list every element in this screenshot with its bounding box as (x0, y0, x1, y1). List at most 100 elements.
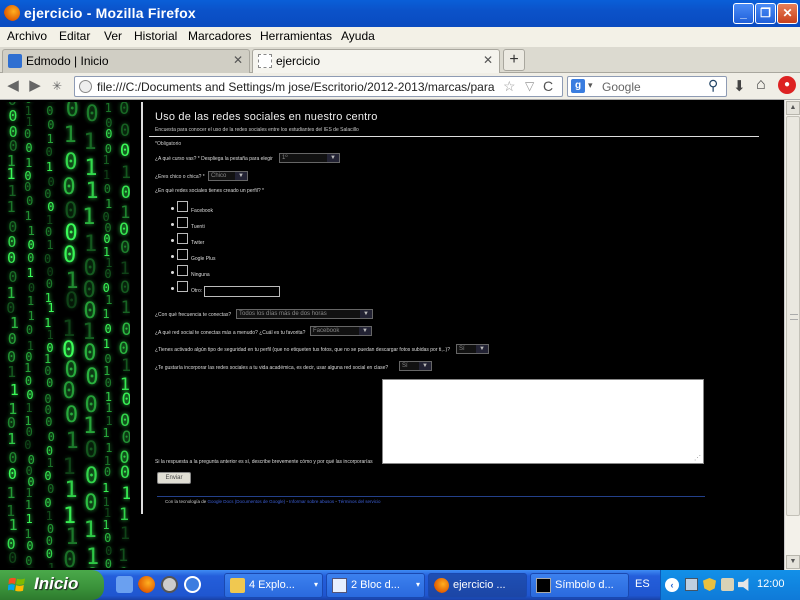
close-button[interactable]: ✕ (777, 3, 798, 24)
grip-icon (790, 314, 798, 320)
firefox-quicklaunch-icon[interactable] (138, 576, 155, 593)
question-frequency: ¿Con qué frecuencia te conectas? (155, 312, 232, 318)
checkbox[interactable] (177, 281, 188, 292)
submit-button[interactable]: Enviar (157, 472, 191, 484)
show-hidden-icons-icon[interactable]: ‹ (665, 578, 679, 592)
scroll-up-arrow-icon[interactable]: ▲ (786, 101, 800, 115)
scroll-down-arrow-icon[interactable]: ▼ (786, 555, 800, 569)
back-arrow-icon[interactable]: ◀ (4, 77, 22, 95)
bullet (171, 207, 174, 210)
divider (149, 136, 759, 137)
menu-ver[interactable]: Ver (104, 29, 122, 43)
vertical-scrollbar[interactable]: ▲ ▼ (784, 100, 800, 570)
download-icon[interactable]: ⬇ (733, 77, 746, 95)
search-input[interactable]: Google (602, 80, 641, 94)
start-label: Inicio (34, 574, 79, 593)
footer-divider (157, 496, 705, 497)
edmodo-icon (8, 54, 22, 68)
course-select[interactable]: 1º ▼ (279, 153, 340, 163)
blank-page-icon (258, 54, 272, 68)
google-icon[interactable]: g (571, 79, 585, 93)
ie-quicklaunch-icon[interactable] (184, 576, 201, 593)
task-notepad[interactable]: 2 Bloc d... ▾ (326, 573, 425, 598)
engine-dropdown-icon[interactable]: ▾ (588, 80, 593, 91)
academic-select[interactable]: Sí ▼ (399, 361, 432, 371)
menu-historial[interactable]: Historial (134, 29, 177, 43)
url-dropdown-icon[interactable]: ▽ (525, 79, 534, 93)
chrome-quicklaunch-icon[interactable] (161, 576, 178, 593)
clock[interactable]: 12:00 (757, 578, 785, 590)
question-security: ¿Tienes activado algún tipo de seguridad… (155, 347, 451, 353)
report-abuse-link[interactable]: Informar sobre abusos (289, 499, 334, 504)
checkbox[interactable] (177, 265, 188, 276)
task-firefox[interactable]: ejercicio ... (428, 573, 527, 598)
close-tab-icon[interactable]: ✕ (483, 53, 493, 67)
group-dropdown-icon[interactable]: ▾ (416, 580, 420, 589)
menu-archivo[interactable]: Archivo (7, 29, 47, 43)
security-select[interactable]: Sí ▼ (456, 344, 489, 354)
page-content: 0000111100001010011101001110010110010001… (0, 100, 784, 570)
menu-herramientas[interactable]: Herramientas (260, 29, 332, 43)
tab-bar: Edmodo | Inicio ✕ ejercicio ✕ (0, 47, 800, 73)
google-docs-link[interactable]: Google Docs (Documentos de Google) (208, 499, 286, 504)
gender-select[interactable]: Chico ▼ (208, 171, 248, 181)
addon-icon[interactable]: ● (778, 76, 796, 94)
bullet (171, 255, 174, 258)
required-note: *Obligatorio (155, 141, 182, 147)
title-bar[interactable]: ejercicio - Mozilla Firefox _ ❐ ✕ (0, 0, 800, 27)
task-cmd[interactable]: Símbolo d... (530, 573, 629, 598)
favorite-select[interactable]: Facebook ▼ (310, 326, 372, 336)
network-icon[interactable] (685, 578, 698, 591)
command-prompt-icon (536, 578, 551, 593)
option-label: Otro: (191, 288, 203, 294)
bookmark-star-icon[interactable]: ☆ (503, 78, 516, 95)
option-label: Gogle Plus (191, 256, 216, 262)
menu-editar[interactable]: Editar (59, 29, 90, 43)
option-label: Ninguna (191, 272, 210, 278)
tab-ejercicio[interactable]: ejercicio ✕ (252, 49, 500, 73)
hardware-icon[interactable] (721, 578, 734, 591)
close-tab-icon[interactable]: ✕ (233, 53, 243, 67)
other-network-input[interactable] (204, 286, 280, 297)
language-indicator[interactable]: ES (635, 578, 650, 590)
minimize-button[interactable]: _ (733, 3, 754, 24)
menu-ayuda[interactable]: Ayuda (341, 29, 375, 43)
frequency-select[interactable]: Todos los días más de dos horas ▼ (236, 309, 373, 319)
show-desktop-icon[interactable] (116, 576, 133, 593)
home-icon[interactable]: ⌂ (756, 76, 766, 94)
start-button[interactable]: Inicio (0, 570, 104, 600)
select-value: 1º (282, 155, 288, 161)
scrollbar-thumb[interactable] (786, 116, 800, 516)
reload-icon[interactable]: C (543, 78, 553, 94)
tab-label: Edmodo | Inicio (26, 54, 109, 68)
search-icon[interactable]: ⚲ (708, 77, 718, 94)
checkbox[interactable] (177, 217, 188, 228)
terms-link[interactable]: Términos del servicio (338, 499, 381, 504)
task-explorer[interactable]: 4 Explo... ▾ (224, 573, 323, 598)
volume-icon[interactable] (738, 578, 749, 591)
explanation-textarea[interactable]: ⋰ (382, 379, 704, 464)
tab-edmodo[interactable]: Edmodo | Inicio ✕ (2, 49, 250, 73)
search-bar[interactable]: g ▾ Google ⚲ (567, 76, 727, 97)
new-tab-button[interactable]: + (503, 49, 525, 71)
window-title: ejercicio - Mozilla Firefox (24, 5, 196, 21)
firefox-icon (434, 578, 449, 593)
forward-arrow-icon[interactable]: ▶ (26, 77, 44, 95)
question-academic: ¿Te gustaría incorporar las redes social… (155, 365, 389, 371)
checkbox[interactable] (177, 201, 188, 212)
question-networks: ¿En qué redes sociales tienes creado un … (155, 188, 264, 194)
checkbox[interactable] (177, 233, 188, 244)
history-icon[interactable]: ✳ (48, 77, 66, 95)
task-label: Símbolo d... (555, 579, 614, 591)
url-text[interactable]: file:///C:/Documents and Settings/m jose… (97, 80, 497, 94)
maximize-button[interactable]: ❐ (755, 3, 776, 24)
security-shield-icon[interactable] (703, 578, 716, 591)
question-favorite: ¿A qué red social te conectas más a menu… (155, 330, 306, 336)
chevron-down-icon: ▼ (419, 362, 431, 370)
url-bar[interactable]: file:///C:/Documents and Settings/m jose… (74, 76, 563, 97)
group-dropdown-icon[interactable]: ▾ (314, 580, 318, 589)
checkbox[interactable] (177, 249, 188, 260)
resize-grip-icon[interactable]: ⋰ (694, 454, 701, 462)
menu-bar: Archivo Editar Ver Historial Marcadores … (0, 27, 800, 47)
menu-marcadores[interactable]: Marcadores (188, 29, 251, 43)
